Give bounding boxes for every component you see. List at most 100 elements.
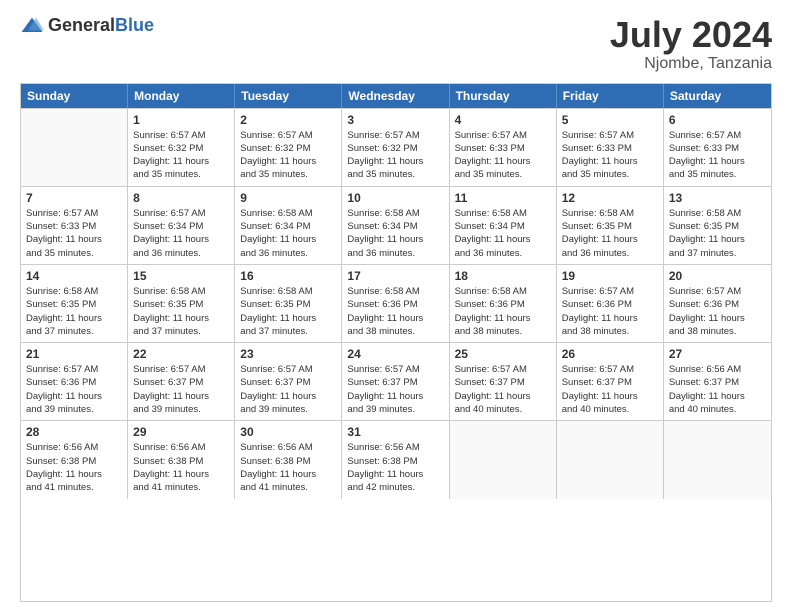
logo-blue: Blue (115, 15, 154, 35)
cell-info: Sunrise: 6:58 AM Sunset: 6:35 PM Dayligh… (240, 285, 336, 338)
cell-day-number: 8 (133, 191, 229, 205)
cell-info: Sunrise: 6:57 AM Sunset: 6:36 PM Dayligh… (669, 285, 766, 338)
calendar-cell: 29Sunrise: 6:56 AM Sunset: 6:38 PM Dayli… (128, 421, 235, 498)
calendar-cell: 8 Sunrise: 6:57 AM Sunset: 6:34 PM Daylig… (128, 187, 235, 264)
cell-day-number: 21 (26, 347, 122, 361)
calendar-cell: 2 Sunrise: 6:57 AM Sunset: 6:32 PM Daylig… (235, 109, 342, 186)
header-wednesday: Wednesday (342, 84, 449, 108)
logo-text: GeneralBlue (48, 15, 154, 36)
calendar-cell: 20 Sunrise: 6:57 AM Sunset: 6:36 PM Dayli… (664, 265, 771, 342)
cell-day-number: 4 (455, 113, 551, 127)
calendar-cell: 22 Sunrise: 6:57 AM Sunset: 6:37 PM Dayli… (128, 343, 235, 420)
header: GeneralBlue July 2024 Njombe, Tanzania (20, 15, 772, 73)
calendar-header: Sunday Monday Tuesday Wednesday Thursday… (21, 84, 771, 108)
cell-info: Sunrise: 6:57 AM Sunset: 6:32 PM Dayligh… (240, 129, 336, 182)
calendar-week-5: 28 Sunrise: 6:56 AM Sunset: 6:38 PM Dayli… (21, 421, 771, 498)
cell-day-number: 22 (133, 347, 229, 361)
calendar-cell: 28Sunrise: 6:56 AM Sunset: 6:38 PM Dayli… (21, 421, 128, 498)
calendar-cell: 26 Sunrise: 6:57 AM Sunset: 6:37 PM Dayli… (557, 343, 664, 420)
cell-info: Sunrise: 6:57 AM Sunset: 6:36 PM Dayligh… (562, 285, 658, 338)
calendar-cell: 27Sunrise: 6:56 AM Sunset: 6:37 PM Dayli… (664, 343, 771, 420)
calendar-cell: 23 Sunrise: 6:57 AM Sunset: 6:37 PM Dayli… (235, 343, 342, 420)
cell-day-number: 20 (669, 269, 766, 283)
calendar-cell: 6Sunrise: 6:57 AM Sunset: 6:33 PM Daylig… (664, 109, 771, 186)
cell-day-number: 5 (562, 113, 658, 127)
cell-day-number: 30 (240, 425, 336, 439)
cell-day-number: 24 (347, 347, 443, 361)
subtitle: Njombe, Tanzania (610, 55, 772, 73)
calendar-cell: 3 Sunrise: 6:57 AM Sunset: 6:32 PM Daylig… (342, 109, 449, 186)
cell-info: Sunrise: 6:58 AM Sunset: 6:34 PM Dayligh… (455, 207, 551, 260)
calendar-week-3: 14Sunrise: 6:58 AM Sunset: 6:35 PM Dayli… (21, 265, 771, 343)
cell-info: Sunrise: 6:58 AM Sunset: 6:34 PM Dayligh… (240, 207, 336, 260)
cell-day-number: 23 (240, 347, 336, 361)
cell-day-number: 27 (669, 347, 766, 361)
cell-info: Sunrise: 6:57 AM Sunset: 6:34 PM Dayligh… (133, 207, 229, 260)
calendar-cell: 4Sunrise: 6:57 AM Sunset: 6:33 PM Daylig… (450, 109, 557, 186)
calendar-cell (21, 109, 128, 186)
logo: GeneralBlue (20, 15, 154, 36)
cell-day-number: 15 (133, 269, 229, 283)
header-tuesday: Tuesday (235, 84, 342, 108)
cell-info: Sunrise: 6:58 AM Sunset: 6:36 PM Dayligh… (455, 285, 551, 338)
cell-day-number: 16 (240, 269, 336, 283)
cell-info: Sunrise: 6:57 AM Sunset: 6:37 PM Dayligh… (133, 363, 229, 416)
header-saturday: Saturday (664, 84, 771, 108)
calendar-cell: 1Sunrise: 6:57 AM Sunset: 6:32 PM Daylig… (128, 109, 235, 186)
cell-info: Sunrise: 6:58 AM Sunset: 6:35 PM Dayligh… (669, 207, 766, 260)
cell-info: Sunrise: 6:57 AM Sunset: 6:37 PM Dayligh… (240, 363, 336, 416)
cell-day-number: 19 (562, 269, 658, 283)
calendar-cell: 7 Sunrise: 6:57 AM Sunset: 6:33 PM Daylig… (21, 187, 128, 264)
cell-day-number: 11 (455, 191, 551, 205)
calendar-cell: 13 Sunrise: 6:58 AM Sunset: 6:35 PM Dayli… (664, 187, 771, 264)
cell-day-number: 6 (669, 113, 766, 127)
cell-day-number: 10 (347, 191, 443, 205)
cell-day-number: 25 (455, 347, 551, 361)
calendar-cell: 24 Sunrise: 6:57 AM Sunset: 6:37 PM Dayli… (342, 343, 449, 420)
calendar-cell: 21Sunrise: 6:57 AM Sunset: 6:36 PM Dayli… (21, 343, 128, 420)
cell-info: Sunrise: 6:57 AM Sunset: 6:33 PM Dayligh… (562, 129, 658, 182)
calendar-cell: 30 Sunrise: 6:56 AM Sunset: 6:38 PM Dayli… (235, 421, 342, 498)
cell-info: Sunrise: 6:57 AM Sunset: 6:32 PM Dayligh… (133, 129, 229, 182)
cell-day-number: 12 (562, 191, 658, 205)
cell-day-number: 2 (240, 113, 336, 127)
cell-day-number: 28 (26, 425, 122, 439)
header-monday: Monday (128, 84, 235, 108)
cell-info: Sunrise: 6:57 AM Sunset: 6:37 PM Dayligh… (455, 363, 551, 416)
title-block: July 2024 Njombe, Tanzania (610, 15, 772, 73)
cell-day-number: 31 (347, 425, 443, 439)
cell-info: Sunrise: 6:58 AM Sunset: 6:36 PM Dayligh… (347, 285, 443, 338)
calendar-cell (450, 421, 557, 498)
cell-info: Sunrise: 6:57 AM Sunset: 6:33 PM Dayligh… (26, 207, 122, 260)
calendar-cell: 18 Sunrise: 6:58 AM Sunset: 6:36 PM Dayli… (450, 265, 557, 342)
cell-day-number: 29 (133, 425, 229, 439)
cell-day-number: 18 (455, 269, 551, 283)
main-title: July 2024 (610, 15, 772, 55)
calendar-cell (557, 421, 664, 498)
cell-day-number: 13 (669, 191, 766, 205)
cell-day-number: 26 (562, 347, 658, 361)
cell-day-number: 7 (26, 191, 122, 205)
cell-day-number: 3 (347, 113, 443, 127)
cell-info: Sunrise: 6:56 AM Sunset: 6:38 PM Dayligh… (240, 441, 336, 494)
calendar-body: 1Sunrise: 6:57 AM Sunset: 6:32 PM Daylig… (21, 108, 771, 499)
calendar-cell: 10Sunrise: 6:58 AM Sunset: 6:34 PM Dayli… (342, 187, 449, 264)
cell-info: Sunrise: 6:58 AM Sunset: 6:35 PM Dayligh… (26, 285, 122, 338)
page: GeneralBlue July 2024 Njombe, Tanzania S… (0, 0, 792, 612)
calendar-cell: 12Sunrise: 6:58 AM Sunset: 6:35 PM Dayli… (557, 187, 664, 264)
cell-info: Sunrise: 6:57 AM Sunset: 6:37 PM Dayligh… (562, 363, 658, 416)
calendar-cell: 9 Sunrise: 6:58 AM Sunset: 6:34 PM Daylig… (235, 187, 342, 264)
logo-general: General (48, 15, 115, 35)
calendar-cell: 17Sunrise: 6:58 AM Sunset: 6:36 PM Dayli… (342, 265, 449, 342)
cell-info: Sunrise: 6:58 AM Sunset: 6:35 PM Dayligh… (133, 285, 229, 338)
cell-info: Sunrise: 6:57 AM Sunset: 6:37 PM Dayligh… (347, 363, 443, 416)
calendar-cell: 31Sunrise: 6:56 AM Sunset: 6:38 PM Dayli… (342, 421, 449, 498)
calendar-week-1: 1Sunrise: 6:57 AM Sunset: 6:32 PM Daylig… (21, 109, 771, 187)
header-friday: Friday (557, 84, 664, 108)
cell-day-number: 9 (240, 191, 336, 205)
calendar-cell: 5 Sunrise: 6:57 AM Sunset: 6:33 PM Daylig… (557, 109, 664, 186)
cell-info: Sunrise: 6:57 AM Sunset: 6:32 PM Dayligh… (347, 129, 443, 182)
calendar-cell: 25 Sunrise: 6:57 AM Sunset: 6:37 PM Dayli… (450, 343, 557, 420)
calendar-cell: 16 Sunrise: 6:58 AM Sunset: 6:35 PM Dayli… (235, 265, 342, 342)
header-sunday: Sunday (21, 84, 128, 108)
